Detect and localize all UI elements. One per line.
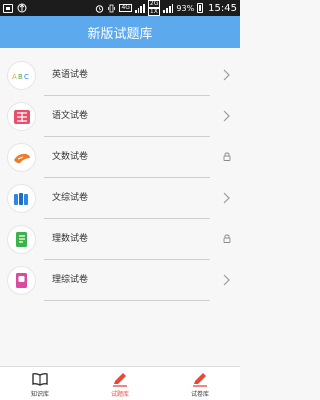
- data-tag-1: 2G: [147, 0, 161, 8]
- tab-paper-bank[interactable]: 试卷库: [160, 367, 240, 400]
- chevron-right-icon: [223, 192, 230, 204]
- book-pink-icon: [7, 266, 36, 295]
- status-bar: 4G 2G 1X 93% 15:45: [0, 0, 240, 16]
- page-title: 新版试题库: [87, 26, 153, 42]
- list-item-liberal-comprehensive[interactable]: 文综试卷: [0, 178, 240, 219]
- pencil-icon: [113, 373, 127, 387]
- language-icon: [7, 102, 36, 131]
- tab-question-bank[interactable]: 试题库: [80, 367, 160, 400]
- lock-icon: [223, 234, 231, 243]
- signal-icon: [134, 3, 145, 13]
- svg-text:A: A: [12, 73, 17, 81]
- data-tag-2: 1X: [147, 8, 161, 16]
- books-icon: [7, 184, 36, 213]
- tab-label: 试题库: [110, 391, 129, 398]
- clock: 15:45: [208, 2, 237, 14]
- list-item-label: 理综试卷: [52, 275, 89, 285]
- signal-icon-2: [163, 3, 174, 13]
- signal-tag: 4G: [119, 4, 132, 12]
- battery-icon: [197, 3, 204, 13]
- tab-label: 试卷库: [190, 391, 209, 398]
- list-item-label: 文数试卷: [52, 152, 89, 162]
- list-item-label: 文综试卷: [52, 193, 89, 203]
- paper-list: A B C 英语试卷 语文试卷 文数试卷 文综试卷 理数试卷 理综试卷: [0, 55, 240, 301]
- math-icon: [7, 143, 36, 172]
- book-green-icon: [7, 225, 36, 254]
- alarm-icon: [96, 4, 104, 13]
- book-open-icon: [32, 372, 48, 386]
- page-title-bar: 新版试题库: [0, 16, 240, 48]
- list-item-label: 理数试卷: [52, 234, 89, 244]
- tab-label: 知识库: [30, 391, 49, 398]
- list-item-liberal-math[interactable]: 文数试卷: [0, 137, 240, 178]
- battery-percent: 93%: [176, 3, 195, 13]
- pencil-icon: [193, 373, 207, 387]
- list-item-chinese[interactable]: 语文试卷: [0, 96, 240, 137]
- list-item-science-comprehensive[interactable]: 理综试卷: [0, 260, 240, 301]
- chevron-right-icon: [223, 274, 230, 286]
- tab-knowledge[interactable]: 知识库: [0, 367, 80, 400]
- svg-text:B: B: [18, 73, 23, 81]
- list-item-science-math[interactable]: 理数试卷: [0, 219, 240, 260]
- list-item-label: 英语试卷: [52, 70, 89, 80]
- vibrate-icon: [108, 4, 116, 12]
- bottom-tab-bar: 知识库 试题库 试卷库: [0, 366, 240, 400]
- lock-icon: [223, 152, 231, 161]
- usb-icon: [17, 3, 27, 13]
- list-item-english[interactable]: A B C 英语试卷: [0, 55, 240, 96]
- list-item-label: 语文试卷: [52, 111, 89, 121]
- svg-text:C: C: [24, 73, 29, 81]
- chevron-right-icon: [223, 69, 230, 81]
- abc-icon: A B C: [7, 61, 36, 90]
- notification-icon: [3, 3, 13, 13]
- divider: [44, 300, 210, 301]
- chevron-right-icon: [223, 110, 230, 122]
